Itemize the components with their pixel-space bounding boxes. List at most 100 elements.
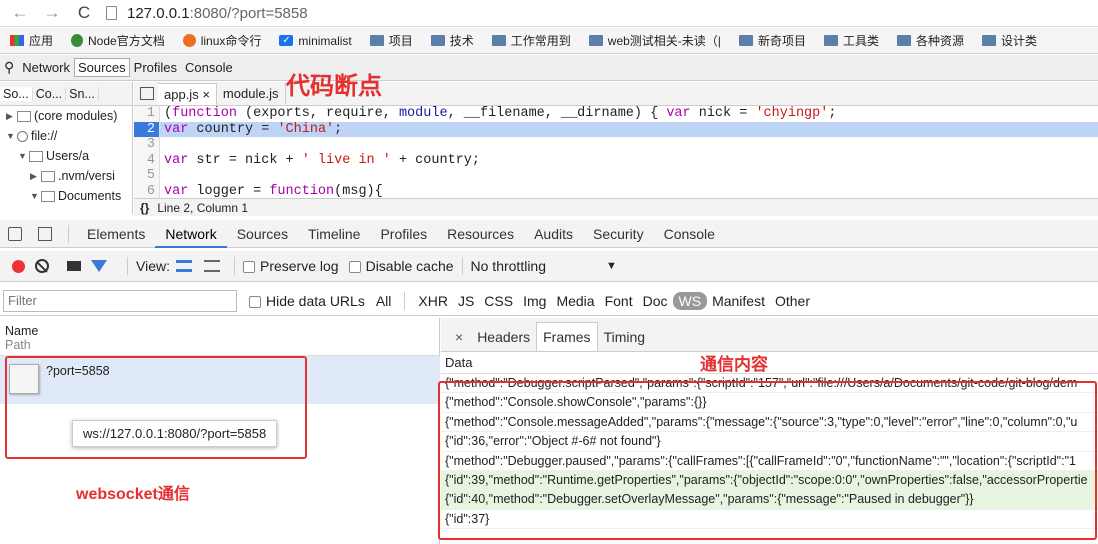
bookmark-item[interactable]: 工作常用到 [491, 32, 571, 49]
view-label: View: [136, 258, 170, 274]
editor-tab-module-js[interactable]: module.js [217, 83, 286, 104]
close-icon[interactable]: × [202, 87, 210, 102]
bookmark-item[interactable]: 各种资源 [896, 32, 964, 49]
bookmark-item[interactable]: 设计类 [981, 32, 1037, 49]
tab-profiles[interactable]: Profiles [370, 226, 437, 242]
inspect-element-icon[interactable] [8, 226, 22, 241]
tab-headers[interactable]: Headers [471, 323, 536, 351]
nav-tab-snippets[interactable]: Sn... [66, 86, 99, 101]
code-line[interactable]: 4 var str = nick + ' live in ' + country; [134, 152, 1098, 168]
search-icon[interactable]: ⚲ [0, 59, 18, 76]
nav-tab-content-scripts[interactable]: Co... [33, 86, 67, 101]
reload-icon[interactable]: C [72, 3, 96, 23]
folder-icon [430, 35, 445, 46]
tab-sources[interactable]: Sources [227, 226, 298, 242]
close-icon[interactable]: × [447, 323, 471, 351]
bookmark-item[interactable]: 新奇项目 [738, 32, 806, 49]
toolbar-profiles[interactable]: Profiles [130, 60, 181, 75]
tab-audits[interactable]: Audits [524, 226, 583, 242]
tab-timing[interactable]: Timing [598, 323, 652, 351]
code-line[interactable]: 3 [134, 137, 1098, 153]
bookmark-item[interactable]: 工具类 [823, 32, 879, 49]
forward-icon[interactable]: → [40, 3, 64, 23]
line-number[interactable]: 1 [134, 106, 160, 122]
toolbar-network[interactable]: Network [18, 60, 74, 75]
tree-item-users[interactable]: ▼ Users/a [6, 146, 132, 166]
filter-type-font[interactable]: Font [600, 293, 638, 309]
nav-tab-sources[interactable]: So... [0, 86, 33, 101]
filter-type-other[interactable]: Other [770, 293, 815, 309]
annotation-content: 通信内容 [700, 355, 768, 374]
code-line[interactable]: 2 var country = 'China'; [134, 121, 1098, 137]
toggle-navigator-icon[interactable] [140, 87, 154, 100]
line-number[interactable]: 4 [134, 152, 160, 168]
address-bar: ← → C 127.0.0.1:8080/?port=5858 [0, 0, 1098, 27]
url-input[interactable]: 127.0.0.1:8080/?port=5858 [127, 5, 308, 22]
large-rows-icon[interactable] [175, 260, 192, 272]
clear-icon[interactable] [35, 259, 49, 273]
pretty-print-icon[interactable]: {} [140, 201, 149, 215]
filter-type-doc[interactable]: Doc [638, 293, 673, 309]
bookmark-item[interactable]: ✓ minimalist [279, 34, 352, 48]
tab-frames[interactable]: Frames [536, 322, 598, 351]
line-number[interactable]: 5 [134, 168, 160, 184]
hide-data-urls-checkbox[interactable]: Hide data URLs [249, 293, 365, 309]
line-number[interactable]: 6 [134, 183, 160, 199]
tree-item-file[interactable]: ▼ file:// [6, 126, 132, 146]
filter-type-manifest[interactable]: Manifest [707, 293, 770, 309]
toolbar-sources[interactable]: Sources [73, 58, 130, 77]
filter-input[interactable] [3, 289, 237, 312]
screenshot-icon[interactable] [67, 261, 81, 271]
bookmarks-bar: 应用 Node官方文档 linux命令行 ✓ minimalist 项目 技术 工作常用到 we… [0, 28, 1098, 54]
disable-cache-checkbox[interactable]: Disable cache [348, 258, 454, 274]
filter-type-js[interactable]: JS [453, 293, 479, 309]
filter-icon[interactable] [91, 260, 107, 272]
undocked-toolbar: ⚲ Network Sources Profiles Console [0, 55, 1098, 81]
overview-icon[interactable] [203, 260, 220, 272]
preserve-log-checkbox[interactable]: Preserve log [242, 258, 339, 274]
code-line[interactable]: 6 var logger = function(msg){ [134, 183, 1098, 199]
bookmark-item[interactable]: Node官方文档 [71, 32, 165, 49]
code-line[interactable]: 1 (function (exports, require, module, __… [134, 106, 1098, 122]
tab-resources[interactable]: Resources [437, 226, 524, 242]
chevron-down-icon[interactable]: ▼ [606, 260, 617, 272]
back-icon[interactable]: ← [8, 3, 32, 23]
line-number[interactable]: 2 [134, 121, 160, 137]
folder-icon [29, 150, 43, 162]
bookmark-item[interactable]: 项目 [369, 32, 413, 49]
globe-icon [17, 130, 28, 142]
bookmark-item[interactable]: 技术 [430, 32, 474, 49]
editor-tab-app-js[interactable]: app.js × [158, 82, 217, 105]
tab-console[interactable]: Console [654, 226, 725, 242]
folder-icon [41, 190, 55, 202]
code-line[interactable]: 5 [134, 168, 1098, 184]
folder-icon [491, 35, 506, 46]
filter-type-media[interactable]: Media [551, 293, 599, 309]
filter-type-img[interactable]: Img [518, 293, 551, 309]
network-toolbar: View: Preserve log Disable cache No thro… [0, 251, 1098, 282]
bookmark-item[interactable]: 应用 [10, 32, 53, 49]
tree-item-documents[interactable]: ▼ Documents [6, 186, 132, 206]
filter-type-ws[interactable]: WS [672, 291, 708, 310]
code-lines[interactable]: 1 (function (exports, require, module, __… [134, 106, 1098, 199]
tree-item-core-modules[interactable]: ▶ (core modules) [6, 106, 132, 126]
apps-icon [10, 35, 24, 46]
tab-timeline[interactable]: Timeline [298, 226, 370, 242]
bookmark-item[interactable]: linux命令行 [182, 32, 261, 49]
tree-item-nvm[interactable]: ▶ .nvm/versi [6, 166, 132, 186]
filter-type-css[interactable]: CSS [479, 293, 518, 309]
bookmark-item[interactable]: web测试相关-未读（| [588, 32, 721, 49]
tab-security[interactable]: Security [583, 226, 654, 242]
filter-type-xhr[interactable]: XHR [413, 293, 453, 309]
toolbar-console[interactable]: Console [181, 60, 237, 75]
record-icon[interactable] [12, 259, 25, 273]
filter-bar: Hide data URLs All XHRJSCSSImgMediaFontDo… [0, 286, 1098, 316]
tab-network[interactable]: Network [155, 220, 227, 248]
column-header-name[interactable]: Name Path [0, 318, 439, 356]
device-mode-icon[interactable] [38, 226, 52, 241]
filter-type-all[interactable]: All [371, 293, 397, 309]
throttling-select[interactable]: No throttling [471, 258, 546, 274]
line-number[interactable]: 3 [134, 137, 160, 153]
tab-elements[interactable]: Elements [77, 226, 155, 242]
folder-icon [738, 35, 753, 46]
